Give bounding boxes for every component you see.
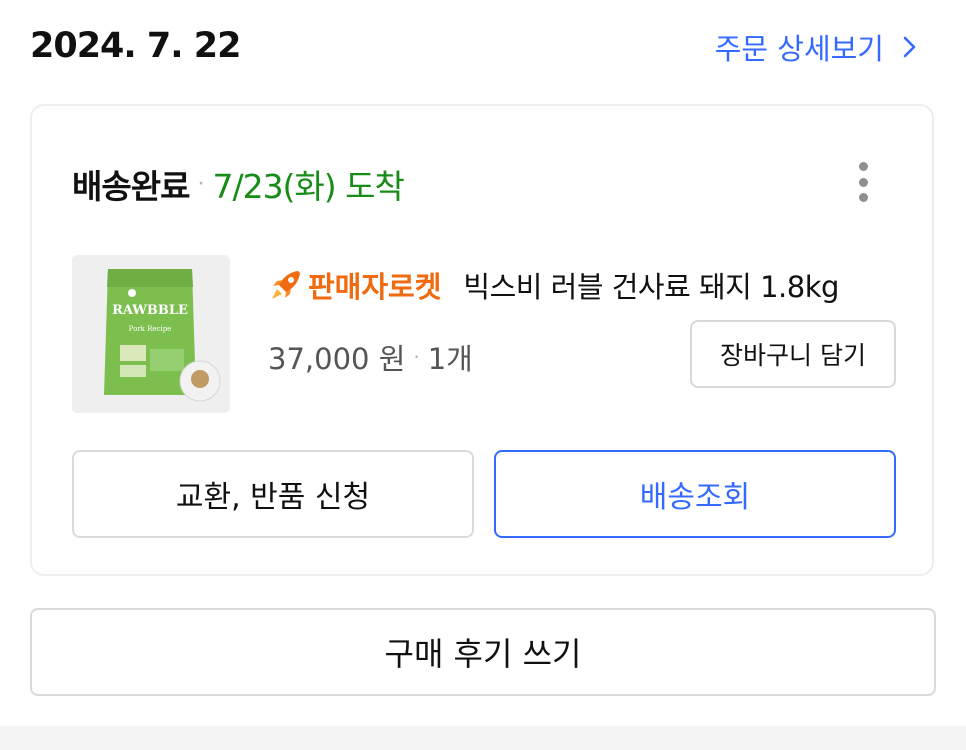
product-title-row[interactable]: 판매자로켓 빅스비 러블 건사료 돼지 1.8kg [268, 264, 839, 306]
chevron-right-icon [903, 36, 916, 58]
product-price: 37,000 원 [268, 342, 406, 376]
bag-subtitle-text: Pork Recipe [129, 325, 172, 333]
section-divider [0, 726, 966, 750]
seller-rocket-label: 판매자로켓 [308, 270, 442, 304]
order-card: 배송완료 · 7/23(화) 도착 RAWBBLE Pork Recipe 판매… [30, 104, 934, 576]
arrival-date: 7/23(화) 도착 [212, 167, 404, 206]
product-quantity: 1개 [427, 342, 473, 376]
order-date: 2024. 7. 22 [30, 26, 241, 66]
add-to-cart-button[interactable]: 장바구니 담기 [690, 320, 896, 388]
order-detail-link[interactable]: 주문 상세보기 [715, 26, 920, 68]
separator-dot: · [413, 345, 420, 369]
dog-food-bag-icon: RAWBBLE Pork Recipe [72, 255, 230, 413]
seller-rocket-badge: 판매자로켓 [268, 264, 441, 306]
track-delivery-button[interactable]: 배송조회 [494, 450, 896, 538]
delivery-status-row: 배송완료 · 7/23(화) 도착 [72, 160, 405, 208]
product-name[interactable]: 빅스비 러블 건사료 돼지 1.8kg [463, 264, 839, 306]
separator-dot: · [197, 171, 205, 197]
exchange-return-button[interactable]: 교환, 반품 신청 [72, 450, 474, 538]
delivery-status: 배송완료 [72, 167, 190, 206]
order-detail-label: 주문 상세보기 [714, 32, 884, 66]
write-review-button[interactable]: 구매 후기 쓰기 [30, 608, 936, 696]
price-row: 37,000 원 · 1개 [268, 336, 473, 378]
rocket-icon [272, 271, 300, 299]
bag-brand-text: RAWBBLE [112, 303, 188, 318]
more-options-icon[interactable] [856, 162, 870, 202]
product-image[interactable]: RAWBBLE Pork Recipe [72, 255, 230, 413]
